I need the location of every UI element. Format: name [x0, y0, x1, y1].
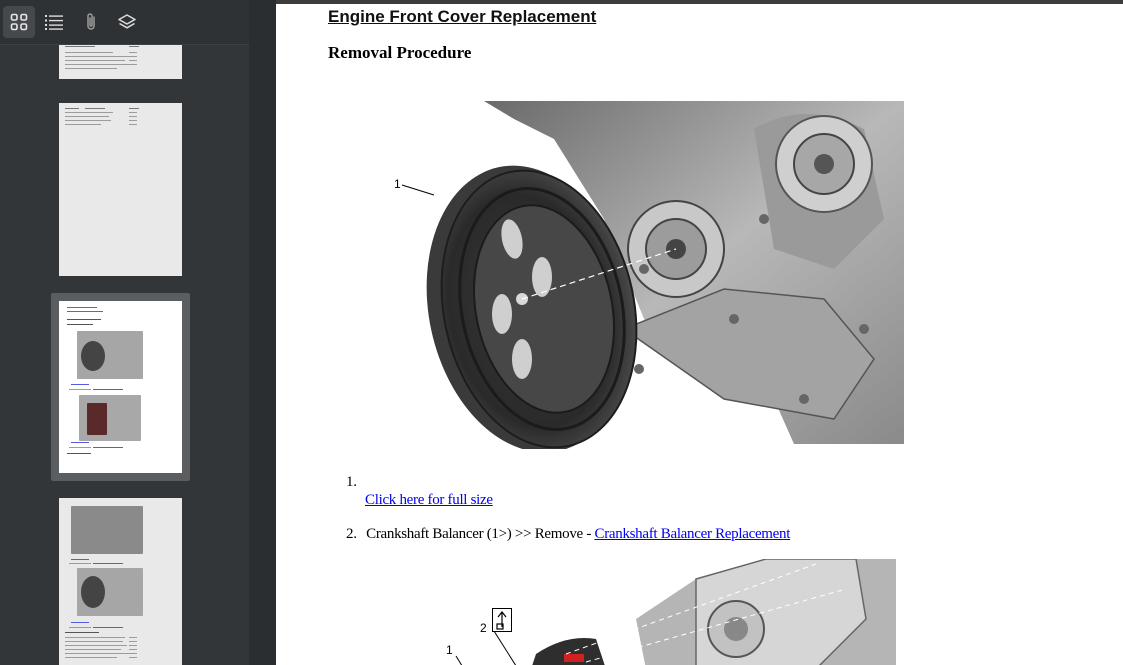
engine-front-cover-figure: 2 1: [436, 558, 896, 665]
sidebar-toolbar: [0, 0, 249, 45]
torque-wrench-icon: [492, 608, 512, 632]
document-page[interactable]: Engine Front Cover Replacement Removal P…: [276, 4, 1123, 665]
page-thumbnail-1[interactable]: [59, 45, 182, 79]
paperclip-icon: [83, 12, 99, 32]
sidebar: [0, 0, 249, 665]
step-2: 2. Crankshaft Balancer (1>) >> Remove - …: [346, 526, 790, 543]
layers-button[interactable]: [111, 6, 143, 38]
page-thumbnail-2[interactable]: [59, 103, 182, 276]
sidebar-gutter: [249, 0, 276, 665]
step-2-number: 2.: [346, 526, 357, 542]
attachments-button[interactable]: [75, 6, 107, 38]
page-title[interactable]: Engine Front Cover Replacement: [328, 7, 596, 27]
outline-button[interactable]: [38, 6, 70, 38]
section-heading: Removal Procedure: [328, 43, 472, 62]
full-size-link[interactable]: Click here for full size: [365, 492, 493, 509]
grid-icon: [10, 13, 28, 31]
layers-icon: [117, 13, 137, 31]
step-1-number: 1.: [346, 474, 357, 490]
page-thumbnail-4[interactable]: [59, 498, 182, 665]
crankshaft-balancer-replacement-link[interactable]: Crankshaft Balancer Replacement: [594, 526, 790, 542]
step-2-text: Crankshaft Balancer (1>) >> Remove -: [366, 526, 595, 542]
figure2-callout-1: 1: [446, 643, 453, 657]
thumbnail-list: [0, 45, 249, 665]
figure1-callout-1: 1: [394, 177, 401, 191]
thumbnails-button[interactable]: [3, 6, 35, 38]
page-thumbnail-3[interactable]: [59, 301, 182, 473]
crankshaft-balancer-figure: 1: [394, 99, 904, 453]
figure2-callout-2: 2: [480, 621, 487, 635]
list-icon: [44, 13, 64, 31]
